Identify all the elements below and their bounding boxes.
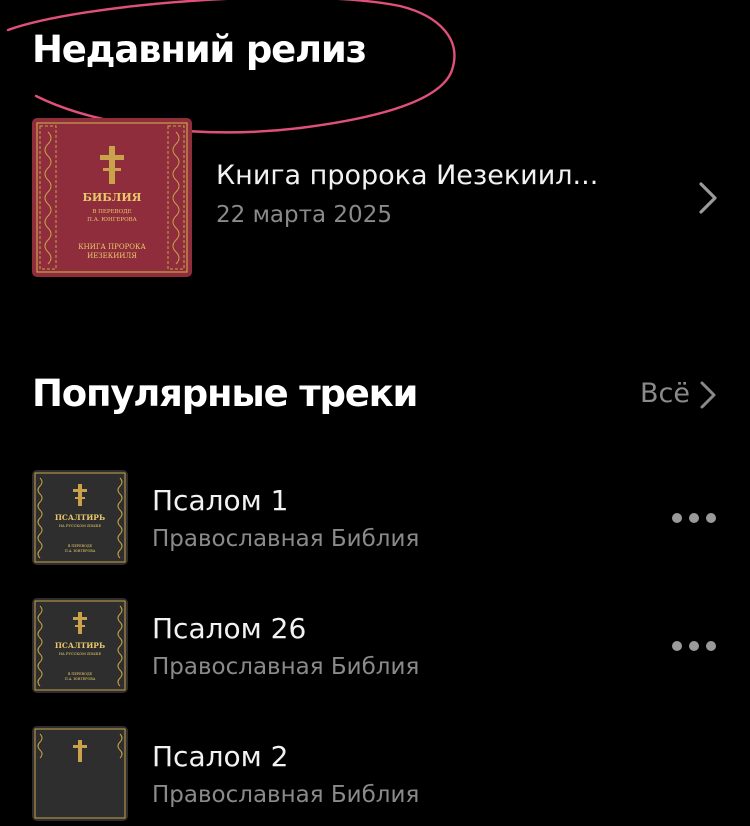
track-cover-art: ПСАЛТИРЬ НА РУССКОМ ЯЗЫКЕ В ПЕРЕВОДЕ П.А… <box>32 470 128 565</box>
cover-title-text: БИБЛИЯ <box>82 191 141 204</box>
more-horizontal-icon[interactable] <box>668 504 720 530</box>
track-title: Псалом 1 <box>152 484 289 517</box>
svg-text:НА РУССКОМ ЯЗЫКЕ: НА РУССКОМ ЯЗЫКЕ <box>59 524 102 528</box>
svg-text:ПСАЛТИРЬ: ПСАЛТИРЬ <box>55 641 105 650</box>
see-all-label: Всё <box>640 378 690 409</box>
more-horizontal-icon[interactable] <box>668 632 720 658</box>
track-cover-art: ПСАЛТИРЬ НА РУССКОМ ЯЗЫКЕ В ПЕРЕВОДЕ П.А… <box>32 598 128 693</box>
track-row[interactable]: ПСАЛТИРЬ НА РУССКОМ ЯЗЫКЕ В ПЕРЕВОДЕ П.А… <box>0 598 750 698</box>
svg-text:П.А. ЮНГЕРОВА: П.А. ЮНГЕРОВА <box>65 677 96 681</box>
track-artist: Православная Библия <box>152 526 420 552</box>
chevron-right-icon <box>698 380 718 410</box>
release-date: 22 марта 2025 <box>216 202 392 228</box>
track-cover-art <box>32 726 128 821</box>
track-row[interactable]: Псалом 2 Православная Библия <box>0 726 750 826</box>
chevron-right-icon[interactable] <box>696 180 720 216</box>
svg-text:П.А. ЮНГЕРОВА: П.А. ЮНГЕРОВА <box>65 549 96 553</box>
track-row[interactable]: ПСАЛТИРЬ НА РУССКОМ ЯЗЫКЕ В ПЕРЕВОДЕ П.А… <box>0 470 750 570</box>
svg-text:В ПЕРЕВОДЕ: В ПЕРЕВОДЕ <box>68 672 93 676</box>
recent-release-item[interactable]: БИБЛИЯ В ПЕРЕВОДЕ П.А. ЮНГЕРОВА КНИГА ПР… <box>0 112 750 282</box>
cover-subtitle-text: В ПЕРЕВОДЕ <box>92 209 131 215</box>
svg-text:НА РУССКОМ ЯЗЫКЕ: НА РУССКОМ ЯЗЫКЕ <box>59 652 102 656</box>
track-title: Псалом 2 <box>152 740 289 773</box>
track-title: Псалом 26 <box>152 612 307 645</box>
svg-text:ПСАЛТИРЬ: ПСАЛТИРЬ <box>55 513 105 522</box>
cover-book-text: КНИГА ПРОРОКА <box>78 243 146 251</box>
popular-tracks-heading: Популярные треки <box>32 372 418 415</box>
release-title: Книга пророка Иезекиил... <box>216 160 599 191</box>
release-cover-art: БИБЛИЯ В ПЕРЕВОДЕ П.А. ЮНГЕРОВА КНИГА ПР… <box>32 118 192 277</box>
track-artist: Православная Библия <box>152 654 420 680</box>
track-artist: Православная Библия <box>152 782 420 808</box>
see-all-button[interactable]: Всё <box>636 374 726 418</box>
svg-text:В ПЕРЕВОДЕ: В ПЕРЕВОДЕ <box>68 544 93 548</box>
recent-release-heading: Недавний релиз <box>32 28 367 71</box>
cover-translator-text: П.А. ЮНГЕРОВА <box>87 217 137 223</box>
cover-book-name-text: ИЕЗЕКИИЛЯ <box>87 252 137 260</box>
